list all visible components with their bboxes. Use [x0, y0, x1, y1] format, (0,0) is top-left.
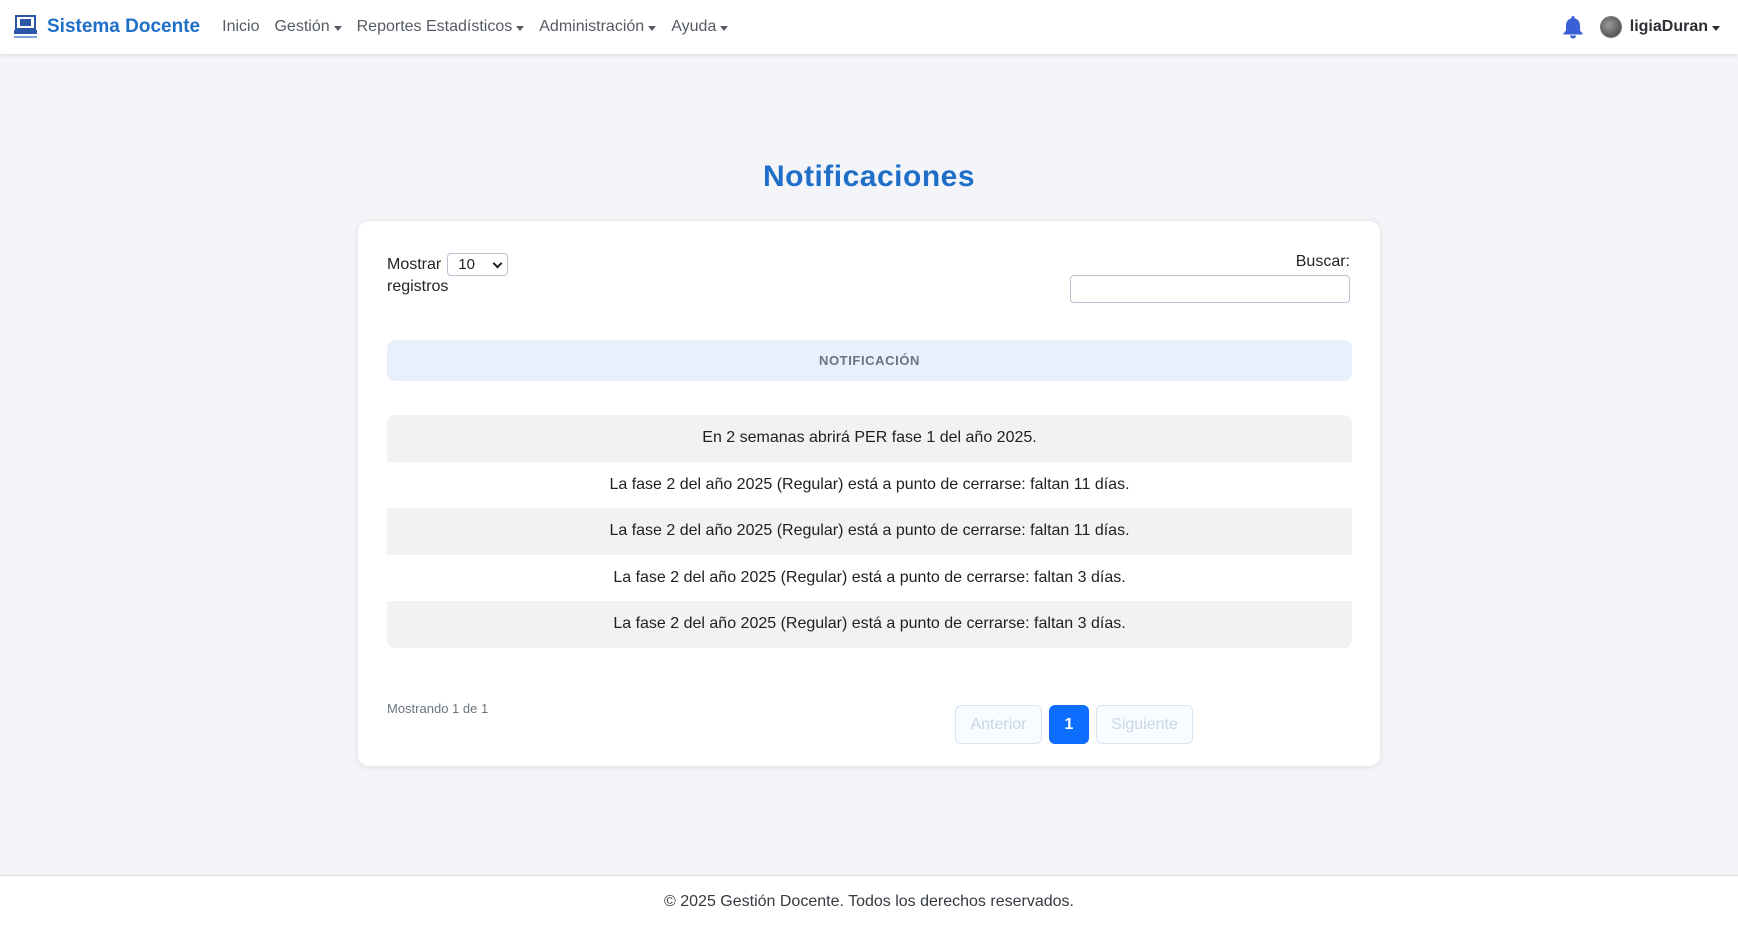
- caret-down-icon: [648, 25, 657, 31]
- pagination: Anterior 1 Siguiente: [955, 705, 1193, 744]
- table-row: La fase 2 del año 2025 (Regular) está a …: [387, 554, 1352, 601]
- user-menu[interactable]: ligiaDuran: [1630, 18, 1720, 36]
- nav-menu: Inicio Gestión Reportes Estadísticos Adm…: [222, 18, 743, 36]
- notifications-table-body: En 2 semanas abrirá PER fase 1 del año 2…: [387, 415, 1352, 648]
- nav-item-label: Gestión: [274, 18, 330, 35]
- nav-item-reportes[interactable]: Reportes Estadísticos: [357, 18, 525, 36]
- nav-right: ligiaDuran: [1562, 0, 1720, 54]
- table-row: En 2 semanas abrirá PER fase 1 del año 2…: [387, 415, 1352, 462]
- footer-text: © 2025 Gestión Docente. Todos los derech…: [664, 893, 1074, 910]
- notifications-card: Mostrar 10 registros Buscar: NOTIFICACIÓ…: [357, 220, 1381, 767]
- records-label: registros: [387, 278, 449, 295]
- previous-page-button[interactable]: Anterior: [955, 705, 1042, 744]
- chevron-down-icon: [492, 258, 503, 269]
- nav-item-inicio[interactable]: Inicio: [222, 18, 259, 36]
- footer: © 2025 Gestión Docente. Todos los derech…: [0, 875, 1738, 928]
- avatar[interactable]: [1599, 16, 1622, 38]
- caret-down-icon: [333, 25, 342, 31]
- page-length-control: Mostrar 10 registros: [387, 253, 509, 298]
- caret-down-icon: [516, 25, 525, 31]
- search-input[interactable]: [1070, 275, 1350, 303]
- nav-item-label: Reportes Estadísticos: [356, 18, 513, 35]
- nav-item-label: Ayuda: [671, 18, 717, 35]
- top-navbar: Sistema Docente Inicio Gestión Reportes …: [0, 0, 1738, 54]
- table-row: La fase 2 del año 2025 (Regular) está a …: [387, 601, 1352, 648]
- nav-item-gestion[interactable]: Gestión: [274, 18, 342, 36]
- pagination-info: Mostrando 1 de 1: [387, 701, 489, 716]
- nav-item-ayuda[interactable]: Ayuda: [671, 18, 729, 36]
- logo-icon: [12, 14, 39, 41]
- user-name: ligiaDuran: [1629, 18, 1708, 35]
- nav-item-label: Administración: [539, 18, 645, 35]
- search-control: Buscar:: [1070, 253, 1350, 303]
- search-label: Buscar:: [1295, 253, 1350, 270]
- caret-down-icon: [720, 25, 729, 31]
- show-label: Mostrar: [387, 255, 442, 273]
- nav-item-label: Inicio: [222, 18, 260, 35]
- page-title: Notificaciones: [762, 160, 976, 193]
- bell-icon[interactable]: [1562, 15, 1584, 39]
- page-length-value: 10: [458, 255, 475, 273]
- table-row: La fase 2 del año 2025 (Regular) está a …: [387, 461, 1352, 508]
- page-length-select[interactable]: 10: [447, 253, 509, 276]
- table-row: La fase 2 del año 2025 (Regular) está a …: [387, 508, 1352, 555]
- table-header-notificacion[interactable]: NOTIFICACIÓN: [387, 340, 1352, 381]
- caret-down-icon: [1712, 25, 1720, 31]
- page-1-button[interactable]: 1: [1049, 705, 1089, 744]
- nav-item-administracion[interactable]: Administración: [539, 18, 657, 36]
- brand[interactable]: Sistema Docente: [12, 14, 200, 41]
- next-page-button[interactable]: Siguiente: [1096, 705, 1193, 744]
- brand-name: Sistema Docente: [47, 16, 201, 37]
